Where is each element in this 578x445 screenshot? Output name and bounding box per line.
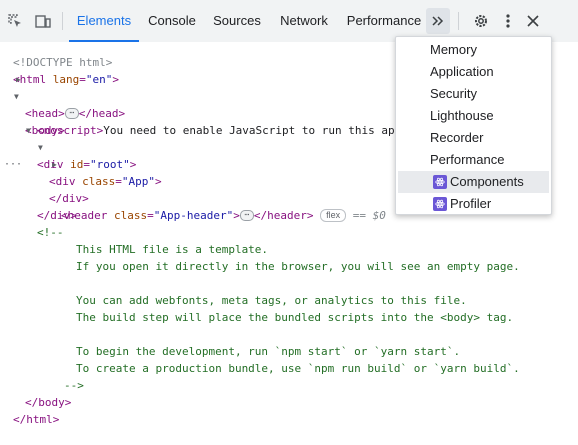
toolbar-divider (62, 12, 63, 30)
menu-item-label: Application (430, 64, 494, 79)
tab-network[interactable]: Network (274, 0, 334, 42)
menu-item-label: Lighthouse (430, 108, 494, 123)
menu-item-performance-insights[interactable]: Performance insights (398, 149, 549, 189)
react-profiler-icon (433, 197, 447, 211)
tab-console[interactable]: Console (142, 0, 202, 42)
tree-line-body-close[interactable]: </body> (0, 377, 578, 409)
menu-item-lighthouse[interactable]: Lighthouse (398, 105, 549, 127)
comment-line: The build step will place the bundled sc… (0, 292, 578, 324)
menu-item-recorder[interactable]: Recorder (398, 127, 549, 149)
menu-item-label: Security (430, 86, 477, 101)
device-toolbar-icon[interactable] (32, 0, 54, 42)
tree-line-html-close[interactable]: </html> (0, 394, 578, 426)
expand-triangle-icon[interactable]: ▶ (16, 71, 21, 88)
comment-line: To create a production bundle, use `npm … (0, 343, 578, 375)
menu-item-application[interactable]: Application (398, 61, 549, 83)
collapse-triangle-icon[interactable]: ▼ (26, 122, 31, 139)
gear-icon (475, 15, 487, 27)
menu-item-label: Components (450, 174, 524, 189)
vertical-dots-icon (506, 14, 510, 28)
menu-item-security[interactable]: Security (398, 83, 549, 105)
comment-line: You can add webfonts, meta tags, or anal… (0, 275, 578, 307)
chevron-double-right-icon (432, 16, 444, 26)
comment-text: If you open it directly in the browser, … (76, 260, 520, 273)
more-tabs-button[interactable] (426, 8, 450, 34)
comment-line: This HTML file is a template. (0, 224, 578, 256)
menu-item-components[interactable]: Components (398, 171, 549, 193)
menu-item-profiler[interactable]: Profiler (398, 193, 549, 215)
menu-item-memory[interactable]: Memory (398, 39, 549, 61)
toolbar-divider-2 (458, 12, 459, 30)
comment-line: To begin the development, run `npm start… (0, 326, 578, 358)
menu-item-label: Profiler (450, 196, 492, 211)
tree-line-comment-close[interactable]: --> (0, 360, 578, 392)
comment-line: If you open it directly in the browser, … (0, 241, 578, 273)
tab-elements[interactable]: Elements (69, 0, 139, 42)
menu-item-label: Memory (430, 42, 477, 57)
tab-sources[interactable]: Sources (209, 0, 265, 42)
menu-item-label: Recorder (430, 130, 484, 145)
collapse-triangle-icon[interactable]: ▼ (38, 139, 43, 156)
close-icon (527, 15, 539, 27)
html-close-tag: </html> (13, 413, 60, 426)
react-components-icon (433, 175, 447, 189)
row-actions-icon[interactable]: ··· (4, 156, 22, 173)
more-tabs-menu: Memory Application Security Lighthouse R… (395, 36, 552, 215)
collapse-triangle-icon[interactable]: ▼ (14, 88, 19, 105)
inspect-element-icon[interactable] (4, 0, 26, 42)
comment-text: The build step will place the bundled sc… (76, 311, 514, 324)
expand-triangle-icon[interactable]: ▶ (52, 156, 57, 173)
